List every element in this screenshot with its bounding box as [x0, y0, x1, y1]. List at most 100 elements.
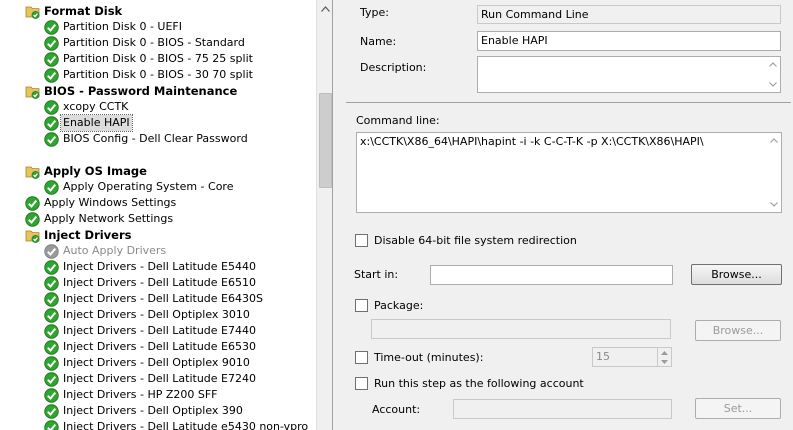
- green-check-icon: [25, 195, 40, 211]
- start-in-input[interactable]: [430, 265, 673, 285]
- step-properties-pane: Type: Run Command Line Name: Enable HAPI…: [334, 0, 793, 430]
- tree-step[interactable]: Apply Operating System - Core: [44, 179, 233, 195]
- timeout-stepper[interactable]: 15: [592, 347, 672, 367]
- name-input[interactable]: Enable HAPI: [477, 31, 781, 51]
- package-label: Package:: [374, 299, 424, 312]
- tree-step[interactable]: Inject Drivers - Dell Optiplex 390: [44, 403, 243, 419]
- disable-64bit-label: Disable 64-bit file system redirection: [374, 234, 577, 247]
- tree-item-label: Format Disk: [44, 4, 123, 18]
- timeout-increment-button[interactable]: [657, 348, 671, 357]
- tree-item-label: Partition Disk 0 - BIOS - Standard: [63, 36, 245, 49]
- tree-item-label: BIOS Config - Dell Clear Password: [63, 132, 248, 145]
- run-as-account-checkbox[interactable]: [355, 377, 368, 390]
- tree-step[interactable]: Inject Drivers - Dell Latitude e5430 non…: [44, 419, 308, 430]
- green-check-icon: [44, 179, 59, 195]
- green-check-icon: [44, 115, 59, 131]
- tree-item-label: Inject Drivers - Dell Optiplex 9010: [63, 356, 250, 369]
- description-scrollbar[interactable]: [766, 58, 779, 91]
- package-browse-button[interactable]: Browse...: [695, 320, 781, 341]
- command-line-scrollbar[interactable]: [767, 134, 780, 211]
- tree-item-label: Partition Disk 0 - BIOS - 30 70 split: [63, 68, 253, 81]
- start-in-browse-button[interactable]: Browse...: [691, 264, 782, 285]
- chevron-down-icon[interactable]: [769, 202, 778, 207]
- tree-step[interactable]: Partition Disk 0 - BIOS - 30 70 split: [44, 67, 253, 83]
- tree-step[interactable]: Inject Drivers - HP Z200 SFF: [44, 387, 218, 403]
- tree-item-label: BIOS - Password Maintenance: [44, 84, 238, 98]
- chevron-down-icon[interactable]: [768, 82, 777, 87]
- tree-item-label: Inject Drivers - Dell Latitude E7240: [63, 372, 256, 385]
- section-divider: [346, 102, 791, 103]
- chevron-down-icon: [661, 359, 668, 364]
- tree-vertical-scrollbar[interactable]: [316, 0, 332, 430]
- green-check-icon: [44, 35, 59, 51]
- timeout-label: Time-out (minutes):: [374, 351, 484, 364]
- tree-step[interactable]: Inject Drivers - Dell Latitude E6430S: [44, 291, 263, 307]
- folder-check-icon: [25, 84, 40, 99]
- tree-step[interactable]: Inject Drivers - Dell Latitude E6530: [44, 339, 256, 355]
- tree-step[interactable]: Inject Drivers - Dell Latitude E5440: [44, 259, 256, 275]
- tree-item-label: Apply Operating System - Core: [63, 180, 234, 193]
- type-value: Run Command Line: [477, 5, 781, 24]
- command-line-text: x:\CCTK\X86_64\HAPI\hapint -i -k C-C-T-K…: [360, 135, 704, 148]
- tree-step[interactable]: Partition Disk 0 - BIOS - Standard: [44, 35, 245, 51]
- command-line-label: Command line:: [356, 114, 440, 127]
- folder-check-icon: [25, 164, 40, 179]
- green-check-icon: [44, 419, 59, 430]
- disabled-step-icon: [44, 243, 59, 259]
- tree-item-label: Inject Drivers - Dell Latitude E7440: [63, 324, 256, 337]
- package-checkbox[interactable]: [355, 299, 368, 312]
- package-input[interactable]: [371, 319, 671, 339]
- tree-step[interactable]: BIOS Config - Dell Clear Password: [44, 131, 248, 147]
- tree-step[interactable]: Inject Drivers - Dell Latitude E7440: [44, 323, 256, 339]
- tree-item-label: Partition Disk 0 - BIOS - 75 25 split: [63, 52, 253, 65]
- account-label: Account:: [372, 403, 421, 416]
- tree-step[interactable]: Inject Drivers - Dell Latitude E6510: [44, 275, 256, 291]
- tree-step[interactable]: Apply Network Settings: [25, 211, 173, 227]
- account-set-button[interactable]: Set...: [695, 398, 781, 419]
- timeout-checkbox[interactable]: [355, 351, 368, 364]
- scroll-up-button[interactable]: [317, 0, 332, 17]
- chevron-up-icon: [321, 5, 330, 12]
- tree-step[interactable]: Partition Disk 0 - UEFI: [44, 19, 182, 35]
- chevron-up-icon[interactable]: [768, 62, 777, 67]
- name-label: Name:: [360, 35, 397, 48]
- tree-group[interactable]: Inject Drivers: [25, 227, 132, 243]
- account-input[interactable]: [453, 399, 672, 419]
- tree-group[interactable]: Format Disk: [25, 3, 122, 19]
- tree-step[interactable]: Auto Apply Drivers: [44, 243, 166, 259]
- command-line-input[interactable]: x:\CCTK\X86_64\HAPI\hapint -i -k C-C-T-K…: [356, 132, 782, 213]
- tree-item-label: Partition Disk 0 - UEFI: [63, 20, 182, 33]
- tree-item-label: Inject Drivers - Dell Latitude E5440: [63, 260, 256, 273]
- tree-step[interactable]: Enable HAPI: [44, 114, 133, 132]
- tree-item-label: Inject Drivers - Dell Latitude E6510: [63, 276, 256, 289]
- tree-item-label: Inject Drivers - Dell Latitude E6430S: [63, 292, 263, 305]
- tree-group[interactable]: Apply OS Image: [25, 163, 147, 179]
- tree-step[interactable]: xcopy CCTK: [44, 99, 128, 115]
- scroll-thumb[interactable]: [319, 93, 332, 188]
- tree-item-label: Enable HAPI: [60, 114, 133, 132]
- tree-step[interactable]: Inject Drivers - Dell Latitude E7240: [44, 371, 256, 387]
- tree-item-label: Apply OS Image: [44, 164, 147, 178]
- tree-item-label: Inject Drivers - Dell Latitude E6530: [63, 340, 256, 353]
- run-as-account-label: Run this step as the following account: [374, 377, 584, 390]
- tree-step[interactable]: Inject Drivers - Dell Optiplex 9010: [44, 355, 250, 371]
- tree-item-label: Apply Windows Settings: [44, 196, 177, 209]
- green-check-icon: [44, 403, 59, 419]
- tree-step[interactable]: Partition Disk 0 - BIOS - 75 25 split: [44, 51, 253, 67]
- tree-item-label: Apply Network Settings: [44, 212, 174, 225]
- tree-item-label: Inject Drivers - Dell Optiplex 3010: [63, 308, 250, 321]
- tree-item-label: Inject Drivers - Dell Latitude e5430 non…: [63, 420, 309, 430]
- green-check-icon: [44, 307, 59, 323]
- disable-64bit-checkbox[interactable]: [355, 234, 368, 247]
- chevron-up-icon[interactable]: [769, 138, 778, 143]
- green-check-icon: [44, 371, 59, 387]
- description-input[interactable]: [477, 56, 781, 93]
- timeout-decrement-button[interactable]: [657, 357, 671, 366]
- tree-step[interactable]: Apply Windows Settings: [25, 195, 176, 211]
- tree-step[interactable]: Inject Drivers - Dell Optiplex 3010: [44, 307, 250, 323]
- green-check-icon: [44, 339, 59, 355]
- start-in-label: Start in:: [354, 268, 399, 281]
- tree-item-label: Inject Drivers - HP Z200 SFF: [63, 388, 218, 401]
- description-label: Description:: [360, 61, 427, 74]
- tree-group[interactable]: BIOS - Password Maintenance: [25, 83, 237, 99]
